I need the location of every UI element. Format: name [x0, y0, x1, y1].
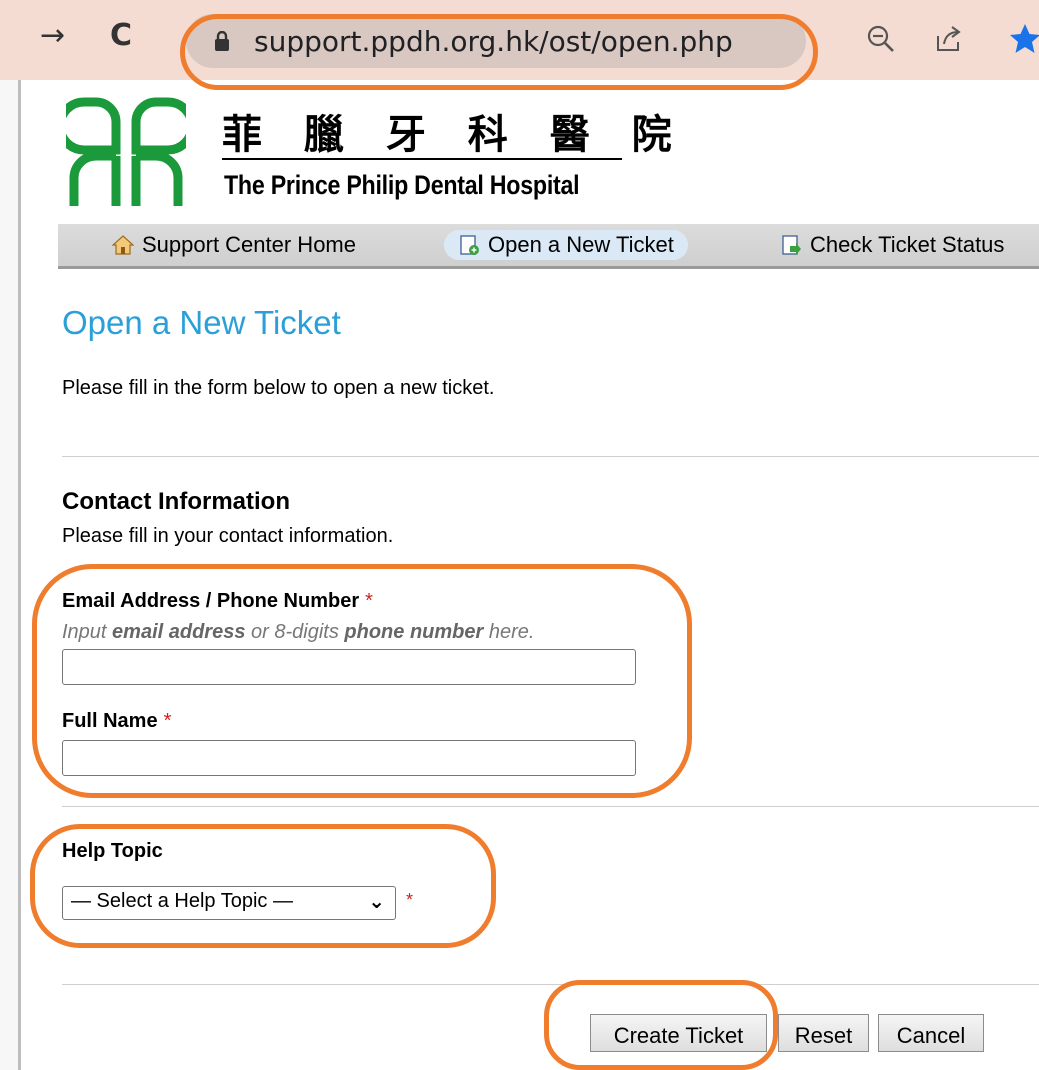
share-icon[interactable] — [934, 24, 964, 54]
nav-label: Check Ticket Status — [810, 232, 1005, 257]
page-left-edge — [0, 80, 21, 1070]
reset-button[interactable]: Reset — [778, 1014, 869, 1052]
help-topic-highlight — [30, 824, 496, 948]
nav-label: Open a New Ticket — [488, 232, 674, 257]
cancel-button[interactable]: Cancel — [878, 1014, 984, 1052]
back-arrow-icon[interactable]: → — [40, 18, 65, 53]
new-ticket-icon — [460, 235, 479, 255]
contact-section-title: Contact Information — [62, 488, 290, 515]
nav-label: Support Center Home — [142, 232, 356, 257]
hospital-logo — [66, 97, 186, 206]
reload-icon[interactable]: C — [110, 18, 132, 53]
nav-check-ticket-status[interactable]: Check Ticket Status — [780, 230, 1004, 260]
hospital-name-chinese: 菲 臘 牙 科 醫 院 — [222, 112, 686, 158]
url-highlight — [180, 14, 818, 90]
divider — [62, 456, 1039, 457]
page-title: Open a New Ticket — [62, 304, 341, 341]
page-intro: Please fill in the form below to open a … — [62, 377, 495, 399]
nav-open-new-ticket[interactable]: Open a New Ticket — [444, 230, 688, 260]
logo-divider — [222, 158, 622, 160]
contact-section-description: Please fill in your contact information. — [62, 525, 394, 547]
top-navigation: Support Center Home Open a New Ticket Ch… — [58, 224, 1039, 269]
contact-fields-highlight — [32, 564, 692, 798]
zoom-out-icon[interactable] — [866, 24, 896, 54]
nav-support-center-home[interactable]: Support Center Home — [112, 230, 356, 260]
divider — [62, 984, 1039, 985]
home-icon — [112, 235, 134, 255]
hospital-name-english: The Prince Philip Dental Hospital — [224, 170, 580, 200]
divider — [62, 806, 1039, 807]
ticket-status-icon — [782, 235, 801, 255]
create-ticket-highlight — [544, 980, 778, 1070]
star-bookmark-icon[interactable] — [1008, 22, 1039, 56]
